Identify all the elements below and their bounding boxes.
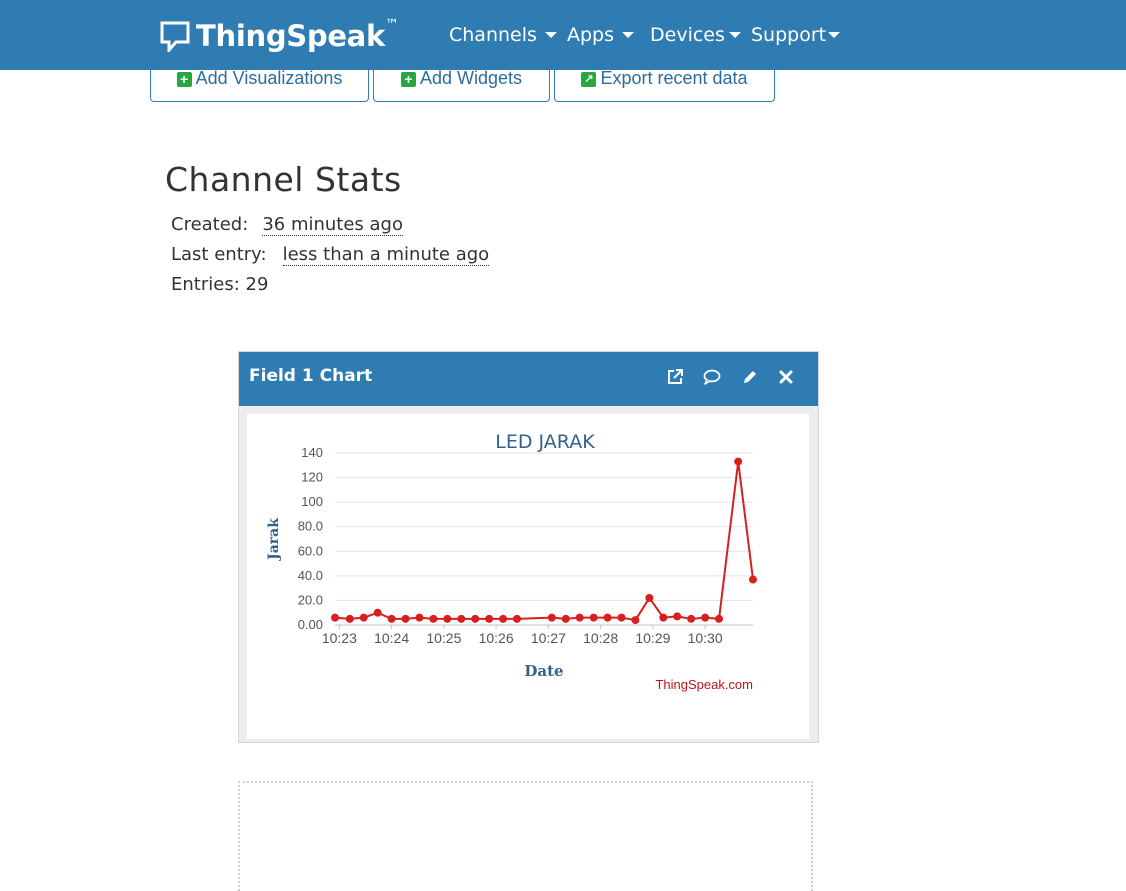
y-tick-label: 140 [301,445,323,460]
stat-entries: Entries: 29 [171,274,268,295]
nav-support-label: Support [751,24,827,46]
y-tick-label: 100 [301,494,323,509]
data-point [345,614,354,623]
y-tick-label: 80.0 [298,519,323,534]
data-point [485,614,494,623]
stat-created: Created: 36 minutes ago [171,214,403,236]
y-tick-label: 40.0 [298,568,323,583]
data-point [701,613,710,622]
created-value: 36 minutes ago [262,214,403,236]
chart-title: LED JARAK [495,431,595,453]
data-point [589,613,598,622]
data-point [471,614,480,623]
data-point [631,616,640,625]
data-point [415,613,424,622]
entries-value: 29 [245,274,269,295]
data-point [603,613,612,622]
data-point [513,614,522,623]
last-entry-value: less than a minute ago [282,244,490,266]
brand-name: ThingSpeak™ [196,17,399,53]
nav-support-dropdown[interactable]: Support [751,24,841,46]
external-arrow-icon: ↗ [581,72,597,87]
data-point [429,614,438,623]
last-entry-label: Last entry: [171,244,267,265]
created-label: Created: [171,214,249,235]
data-point [645,593,654,602]
nav-devices-label: Devices [650,24,725,46]
plus-square-icon: + [400,72,416,87]
nav-devices-dropdown[interactable]: Devices [650,24,741,46]
x-tick-label: 10:30 [688,630,723,646]
data-point [687,614,696,623]
y-tick-label: 20.0 [298,592,323,607]
data-point [617,613,626,622]
x-tick-label: 10:24 [374,630,409,646]
chevron-down-icon [828,32,841,38]
nav-apps-label: Apps [567,24,615,46]
field-1-chart-widget: Field 1 Chart LED JARAK Jarak Date 0.00 2… [238,351,819,743]
add-widgets-label: Add Widgets [419,68,523,88]
data-point [561,614,570,623]
x-tick-label: 10:26 [479,630,514,646]
x-axis-label: Date [524,662,563,680]
close-icon[interactable] [776,367,796,387]
x-tick-label: 10:25 [426,630,461,646]
stat-last-entry: Last entry: less than a minute ago [171,244,490,266]
data-point [715,614,724,623]
data-point [443,614,452,623]
chevron-down-icon [728,32,741,38]
entries-label: Entries: [171,274,240,295]
line-chart: LED JARAK Jarak Date 0.00 20.0 40.0 60.0 80.… [266,431,757,692]
nav-apps-dropdown[interactable]: Apps [567,24,635,46]
series-line [334,461,754,622]
pencil-icon[interactable] [740,367,760,387]
chevron-down-icon [622,32,635,38]
x-tick-label: 10:28 [583,630,618,646]
data-point [401,614,410,623]
data-point [499,614,508,623]
nav-channels-dropdown[interactable]: Channels [449,24,557,46]
y-tick-label: 60.0 [298,543,323,558]
thingspeak-credit-link[interactable]: ThingSpeak.com [655,677,753,692]
export-recent-data-label: Export recent data [600,68,748,88]
y-tick-label: 120 [301,470,323,485]
data-point [673,612,682,621]
x-tick-label: 10:27 [531,630,566,646]
widget-header: Field 1 Chart [239,352,818,406]
comment-icon[interactable] [702,367,722,387]
y-axis-label: Jarak [266,518,282,562]
widget-title: Field 1 Chart [249,366,373,386]
nav-channels-label: Channels [449,24,537,46]
data-point [359,613,368,622]
y-tick-label: 0.00 [298,617,323,632]
add-visualizations-label: Add Visualizations [195,68,343,88]
thingspeak-logo[interactable]: ThingSpeak™ [160,17,399,54]
channel-stats-heading: Channel Stats [165,160,402,199]
chevron-down-icon [544,32,557,38]
chart-area: LED JARAK Jarak Date 0.00 20.0 40.0 60.0 80.… [247,414,809,739]
data-point [575,613,584,622]
external-link-icon[interactable] [665,367,685,387]
x-tick-label: 10:29 [635,630,670,646]
data-point [387,614,396,623]
speech-bubble-logo-icon [160,21,190,52]
data-point [734,457,743,466]
data-point [331,613,339,622]
top-navbar: ThingSpeak™ Channels Apps Devices Suppor… [0,0,1126,70]
x-tick-label: 10:23 [322,630,357,646]
empty-widget-placeholder [238,781,813,891]
data-point [749,575,757,584]
data-point [659,613,668,622]
plus-square-icon: + [176,72,192,87]
data-point [457,614,466,623]
data-point [373,608,382,617]
data-point [547,613,556,622]
